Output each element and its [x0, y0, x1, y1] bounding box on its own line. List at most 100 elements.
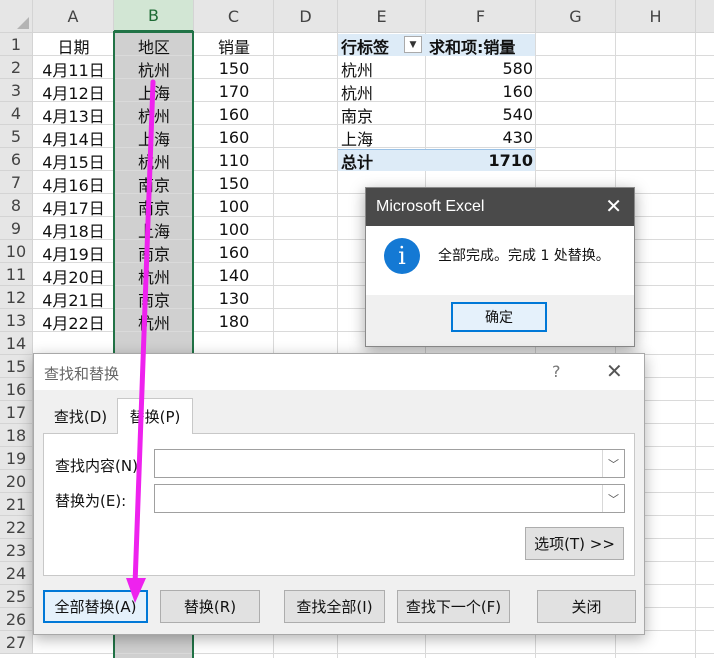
row-header[interactable]: 1: [0, 33, 33, 56]
row-header[interactable]: 27: [0, 631, 33, 654]
find-all-button[interactable]: 查找全部(I): [284, 590, 385, 623]
cell-date[interactable]: 4月15日: [33, 149, 114, 172]
cell-sales[interactable]: 140: [194, 264, 274, 287]
pivot-total-label[interactable]: 总计: [338, 149, 426, 172]
column-header-a[interactable]: A: [33, 0, 114, 33]
row-header[interactable]: 25: [0, 585, 33, 608]
pivot-row-label[interactable]: 南京: [338, 103, 426, 126]
row-header[interactable]: 2: [0, 56, 33, 79]
find-next-button[interactable]: 查找下一个(F): [397, 590, 510, 623]
cell-date[interactable]: 4月19日: [33, 241, 114, 264]
row-header[interactable]: 13: [0, 309, 33, 332]
cell-date[interactable]: 4月13日: [33, 103, 114, 126]
dialog-titlebar[interactable]: 查找和替换 ? ✕: [34, 354, 644, 390]
pivot-row-label[interactable]: 杭州: [338, 80, 426, 103]
row-header[interactable]: 16: [0, 378, 33, 401]
row-header[interactable]: 21: [0, 493, 33, 516]
pivot-row-value[interactable]: 540: [426, 103, 536, 126]
chevron-down-icon[interactable]: ﹀: [602, 485, 624, 512]
row-header[interactable]: 20: [0, 470, 33, 493]
row-header[interactable]: 10: [0, 240, 33, 263]
tab-find[interactable]: 查找(D): [44, 401, 117, 432]
pivot-row-label-header[interactable]: 行标签: [338, 34, 408, 57]
cell-sales[interactable]: 160: [194, 241, 274, 264]
options-button[interactable]: 选项(T) >>: [525, 527, 624, 560]
message-text: 全部完成。完成 1 处替换。: [438, 248, 610, 264]
cell-sales[interactable]: 150: [194, 172, 274, 195]
replace-with-input[interactable]: [155, 485, 603, 510]
cell-sales[interactable]: 170: [194, 80, 274, 103]
cell-date[interactable]: 4月20日: [33, 264, 114, 287]
cell-date[interactable]: 4月17日: [33, 195, 114, 218]
filter-dropdown-icon[interactable]: ▼: [404, 36, 422, 53]
row-header[interactable]: 15: [0, 355, 33, 378]
pivot-row-value[interactable]: 160: [426, 80, 536, 103]
replace-all-button[interactable]: 全部替换(A): [43, 590, 148, 623]
column-header-c[interactable]: C: [194, 0, 274, 33]
cell-sales[interactable]: 150: [194, 57, 274, 80]
row-header[interactable]: 11: [0, 263, 33, 286]
cell-date[interactable]: 4月12日: [33, 80, 114, 103]
row-header[interactable]: 9: [0, 217, 33, 240]
pivot-row-value[interactable]: 430: [426, 126, 536, 149]
cell-sales[interactable]: 160: [194, 126, 274, 149]
header-sales[interactable]: 销量: [194, 34, 274, 57]
pivot-row-value[interactable]: 580: [426, 57, 536, 80]
cell-sales[interactable]: 180: [194, 310, 274, 333]
find-what-input[interactable]: [155, 450, 603, 475]
row-header[interactable]: 4: [0, 102, 33, 125]
cell-sales[interactable]: 160: [194, 103, 274, 126]
select-all-corner[interactable]: [0, 0, 33, 33]
pivot-row-label[interactable]: 上海: [338, 126, 426, 149]
row-header[interactable]: 26: [0, 608, 33, 631]
row-header[interactable]: 5: [0, 125, 33, 148]
close-icon[interactable]: ✕: [606, 359, 623, 383]
row-header[interactable]: 12: [0, 286, 33, 309]
column-header-more: [696, 0, 714, 33]
row-header[interactable]: 22: [0, 516, 33, 539]
message-box-body: i 全部完成。完成 1 处替换。: [366, 226, 634, 295]
cell-date[interactable]: 4月16日: [33, 172, 114, 195]
cell-date[interactable]: 4月18日: [33, 218, 114, 241]
column-header-f[interactable]: F: [426, 0, 536, 33]
replace-button[interactable]: 替换(R): [160, 590, 260, 623]
gridline-vertical: [695, 33, 696, 658]
close-button[interactable]: 关闭: [537, 590, 636, 623]
replace-with-combo[interactable]: ﹀: [154, 484, 625, 513]
pivot-total-value[interactable]: 1710: [426, 149, 536, 172]
row-header[interactable]: 7: [0, 171, 33, 194]
pivot-sum-header[interactable]: 求和项:销量: [426, 34, 536, 57]
column-header-b[interactable]: B: [114, 0, 194, 33]
cell-date[interactable]: 4月21日: [33, 287, 114, 310]
cell-date[interactable]: 4月22日: [33, 310, 114, 333]
row-header[interactable]: 19: [0, 447, 33, 470]
message-box-titlebar[interactable]: Microsoft Excel: [366, 188, 634, 226]
help-icon[interactable]: ?: [552, 362, 561, 381]
find-what-combo[interactable]: ﹀: [154, 449, 625, 478]
info-icon: i: [384, 238, 420, 274]
cell-sales[interactable]: 100: [194, 218, 274, 241]
ok-button[interactable]: 确定: [451, 302, 547, 332]
column-header-h[interactable]: H: [616, 0, 696, 33]
cell-sales[interactable]: 130: [194, 287, 274, 310]
pivot-row-label[interactable]: 杭州: [338, 57, 426, 80]
row-header[interactable]: 18: [0, 424, 33, 447]
row-header[interactable]: 23: [0, 539, 33, 562]
header-date[interactable]: 日期: [33, 34, 114, 57]
column-header-g[interactable]: G: [536, 0, 616, 33]
row-header[interactable]: 8: [0, 194, 33, 217]
row-header[interactable]: 17: [0, 401, 33, 424]
cell-sales[interactable]: 100: [194, 195, 274, 218]
cell-date[interactable]: 4月14日: [33, 126, 114, 149]
row-header[interactable]: 6: [0, 148, 33, 171]
row-header[interactable]: 24: [0, 562, 33, 585]
chevron-down-icon[interactable]: ﹀: [602, 450, 624, 477]
row-header[interactable]: 14: [0, 332, 33, 355]
cell-sales[interactable]: 110: [194, 149, 274, 172]
column-header-e[interactable]: E: [338, 0, 426, 33]
row-header[interactable]: 3: [0, 79, 33, 102]
column-header-d[interactable]: D: [274, 0, 338, 33]
close-icon[interactable]: ✕: [605, 196, 622, 216]
cell-date[interactable]: 4月11日: [33, 57, 114, 80]
tab-replace[interactable]: 替换(P): [117, 398, 193, 434]
